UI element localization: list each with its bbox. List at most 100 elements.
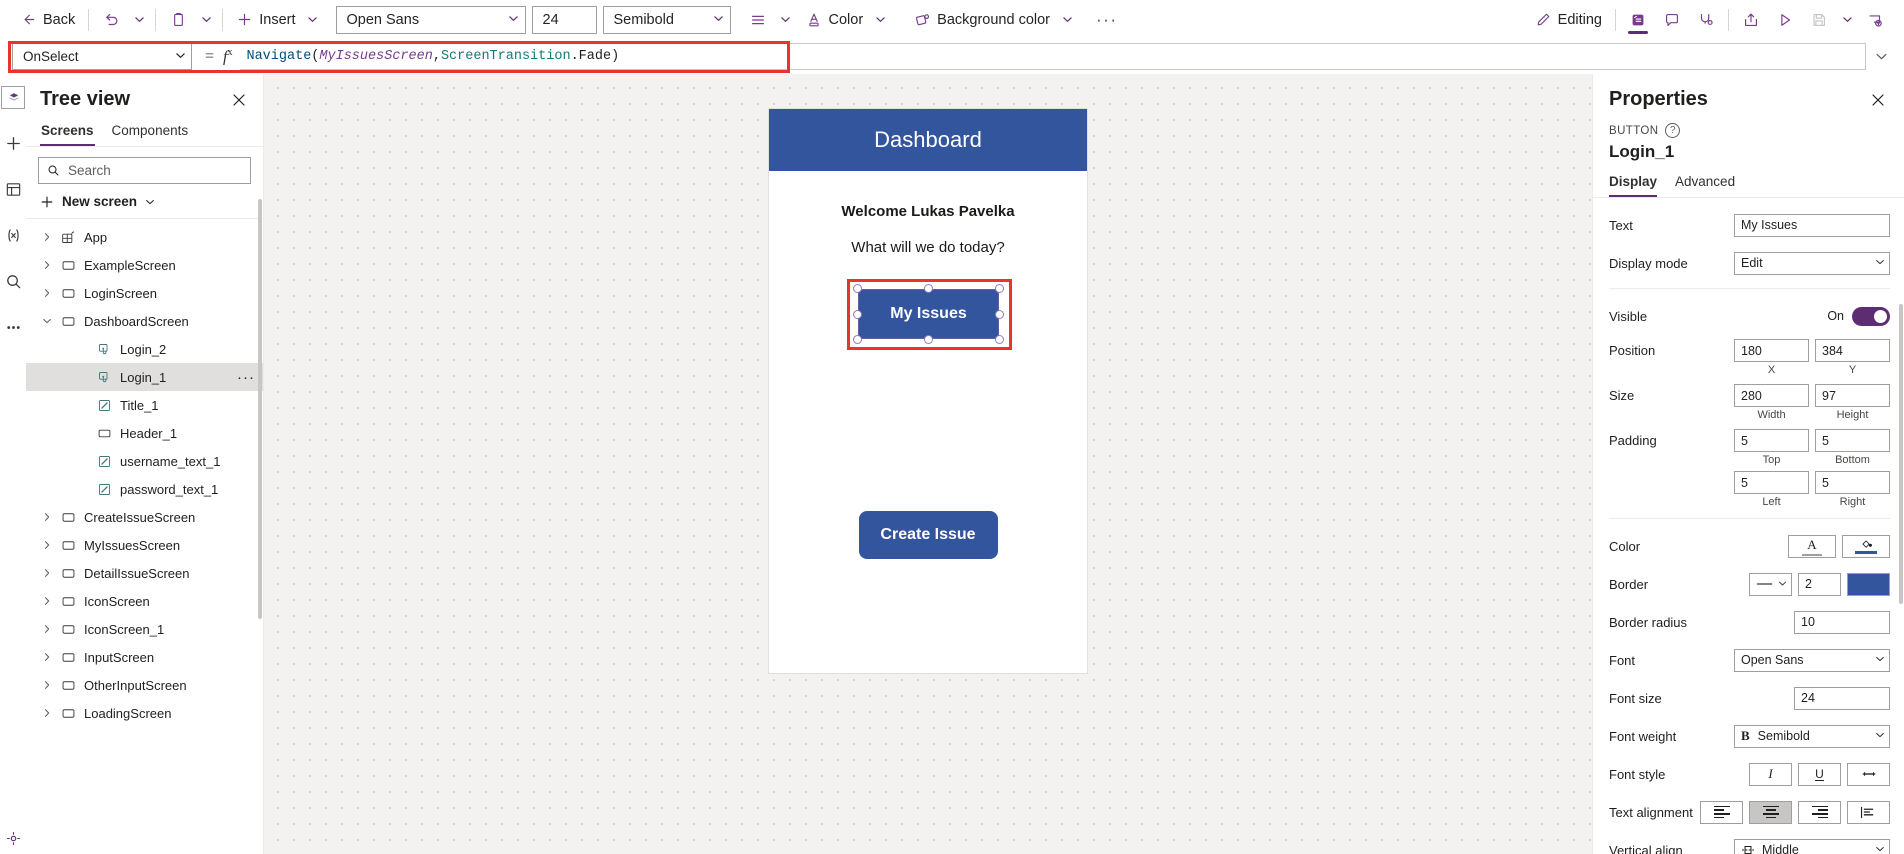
font-size-input[interactable]: 24	[1794, 687, 1890, 710]
font-weight-select[interactable]: B Semibold	[1734, 725, 1890, 748]
chevron-right-icon[interactable]	[38, 568, 56, 578]
search-rail-icon[interactable]	[1, 269, 25, 293]
overflow-menu-button[interactable]: ···	[1086, 10, 1127, 30]
save-button[interactable]	[1802, 4, 1836, 35]
size-width-input[interactable]: 280	[1734, 384, 1809, 407]
tree-item-dashboardscreen[interactable]: DashboardScreen	[26, 307, 263, 335]
border-style-select[interactable]	[1749, 573, 1792, 596]
property-select[interactable]: OnSelect	[12, 43, 192, 70]
underline-button[interactable]: U	[1798, 763, 1841, 786]
formula-input[interactable]: Navigate(MyIssuesScreen,ScreenTransition…	[240, 43, 1866, 70]
font-select[interactable]: Open Sans	[1734, 649, 1890, 672]
fill-color-button[interactable]	[1842, 535, 1890, 558]
back-button[interactable]: Back	[12, 4, 83, 35]
padding-bottom-input[interactable]: 5	[1815, 429, 1890, 452]
new-screen-button[interactable]: New screen	[26, 188, 263, 219]
border-radius-input[interactable]: 10	[1794, 611, 1890, 634]
tree-scrollbar[interactable]	[258, 199, 262, 619]
size-height-input[interactable]: 97	[1815, 384, 1890, 407]
tree-item-more-button[interactable]: ···	[237, 369, 255, 386]
chevron-right-icon[interactable]	[38, 512, 56, 522]
tree-item-otherinputscreen[interactable]: OtherInputScreen	[26, 671, 263, 699]
insert-button[interactable]: Insert	[228, 4, 331, 35]
position-x-input[interactable]: 180	[1734, 339, 1809, 362]
tab-components[interactable]: Components	[111, 119, 190, 146]
tree-item-loadingscreen[interactable]: LoadingScreen	[26, 699, 263, 727]
chevron-right-icon[interactable]	[38, 680, 56, 690]
padding-top-input[interactable]: 5	[1734, 429, 1809, 452]
chevron-right-icon[interactable]	[38, 232, 56, 242]
tree-item-myissuesscreen[interactable]: MyIssuesScreen	[26, 531, 263, 559]
tree-item-title_1[interactable]: Title_1	[26, 391, 263, 419]
background-color-button[interactable]: Background color	[905, 4, 1086, 35]
border-color-swatch[interactable]	[1847, 573, 1890, 596]
align-right-button[interactable]	[1798, 801, 1841, 824]
save-dropdown[interactable]	[1836, 6, 1858, 34]
align-center-button[interactable]	[1749, 801, 1792, 824]
search-input[interactable]	[68, 163, 242, 178]
properties-scrollbar[interactable]	[1899, 304, 1903, 604]
tree-item-createissuescreen[interactable]: CreateIssueScreen	[26, 503, 263, 531]
display-mode-select[interactable]: Edit	[1734, 252, 1890, 275]
chevron-down-icon[interactable]	[38, 316, 56, 326]
create-issue-button[interactable]: Create Issue	[859, 511, 998, 559]
italic-button[interactable]: I	[1749, 763, 1792, 786]
tree-item-iconscreen_1[interactable]: IconScreen_1	[26, 615, 263, 643]
help-icon[interactable]: ?	[1665, 123, 1680, 138]
tree-item-username_text_1[interactable]: username_text_1	[26, 447, 263, 475]
align-justify-button[interactable]	[1847, 801, 1890, 824]
font-size-input[interactable]: 24	[532, 6, 597, 34]
color-button[interactable]: Color	[797, 4, 900, 35]
chevron-right-icon[interactable]	[38, 708, 56, 718]
settings-rail-icon[interactable]	[1, 830, 25, 854]
paste-dropdown[interactable]	[195, 6, 217, 34]
chevron-right-icon[interactable]	[38, 540, 56, 550]
tree-item-login_2[interactable]: Login_2	[26, 335, 263, 363]
tree-item-app[interactable]: App	[26, 223, 263, 251]
chevron-right-icon[interactable]	[38, 652, 56, 662]
align-left-button[interactable]	[1700, 801, 1743, 824]
chevron-right-icon[interactable]	[38, 288, 56, 298]
tab-display[interactable]: Display	[1609, 174, 1657, 197]
tree-item-login_1[interactable]: Login_1···	[26, 363, 263, 391]
undo-dropdown[interactable]	[128, 6, 150, 34]
paste-button[interactable]	[161, 4, 195, 35]
formula-expand-button[interactable]	[1866, 50, 1896, 63]
tree-item-detailissuescreen[interactable]: DetailIssueScreen	[26, 559, 263, 587]
comments-button[interactable]	[1655, 4, 1689, 35]
copilot-button[interactable]	[1689, 4, 1723, 35]
editing-mode-button[interactable]: Editing	[1527, 4, 1610, 35]
preview-button[interactable]	[1768, 4, 1802, 35]
padding-right-input[interactable]: 5	[1815, 471, 1890, 494]
text-color-button[interactable]: A	[1788, 535, 1836, 558]
text-input[interactable]: My Issues	[1734, 214, 1890, 237]
tree-item-header_1[interactable]: Header_1	[26, 419, 263, 447]
chevron-right-icon[interactable]	[38, 624, 56, 634]
app-checker-button[interactable]	[1621, 4, 1655, 35]
variables-rail-icon[interactable]	[1, 223, 25, 247]
insert-rail-icon[interactable]	[1, 131, 25, 155]
tree-view-rail-icon[interactable]	[1, 86, 25, 109]
chevron-right-icon[interactable]	[38, 260, 56, 270]
visible-toggle[interactable]	[1852, 307, 1890, 326]
close-icon[interactable]	[1868, 90, 1888, 110]
text-align-button[interactable]	[741, 4, 775, 35]
tree-item-loginscreen[interactable]: LoginScreen	[26, 279, 263, 307]
position-y-input[interactable]: 384	[1815, 339, 1890, 362]
publish-button[interactable]	[1858, 4, 1892, 35]
undo-button[interactable]	[94, 4, 128, 35]
text-align-dropdown[interactable]	[775, 6, 797, 34]
tree-item-password_text_1[interactable]: password_text_1	[26, 475, 263, 503]
tree-item-inputscreen[interactable]: InputScreen	[26, 643, 263, 671]
tree-item-examplescreen[interactable]: ExampleScreen	[26, 251, 263, 279]
tree-item-iconscreen[interactable]: IconScreen	[26, 587, 263, 615]
font-family-select[interactable]: Open Sans	[336, 6, 526, 34]
padding-left-input[interactable]: 5	[1734, 471, 1809, 494]
strikethrough-button[interactable]	[1847, 763, 1890, 786]
tab-screens[interactable]: Screens	[40, 119, 95, 146]
border-width-input[interactable]: 2	[1798, 573, 1841, 596]
app-canvas[interactable]: Dashboard Welcome Lukas Pavelka What wil…	[264, 74, 1592, 854]
chevron-right-icon[interactable]	[38, 596, 56, 606]
data-rail-icon[interactable]	[1, 177, 25, 201]
close-icon[interactable]	[229, 90, 249, 110]
